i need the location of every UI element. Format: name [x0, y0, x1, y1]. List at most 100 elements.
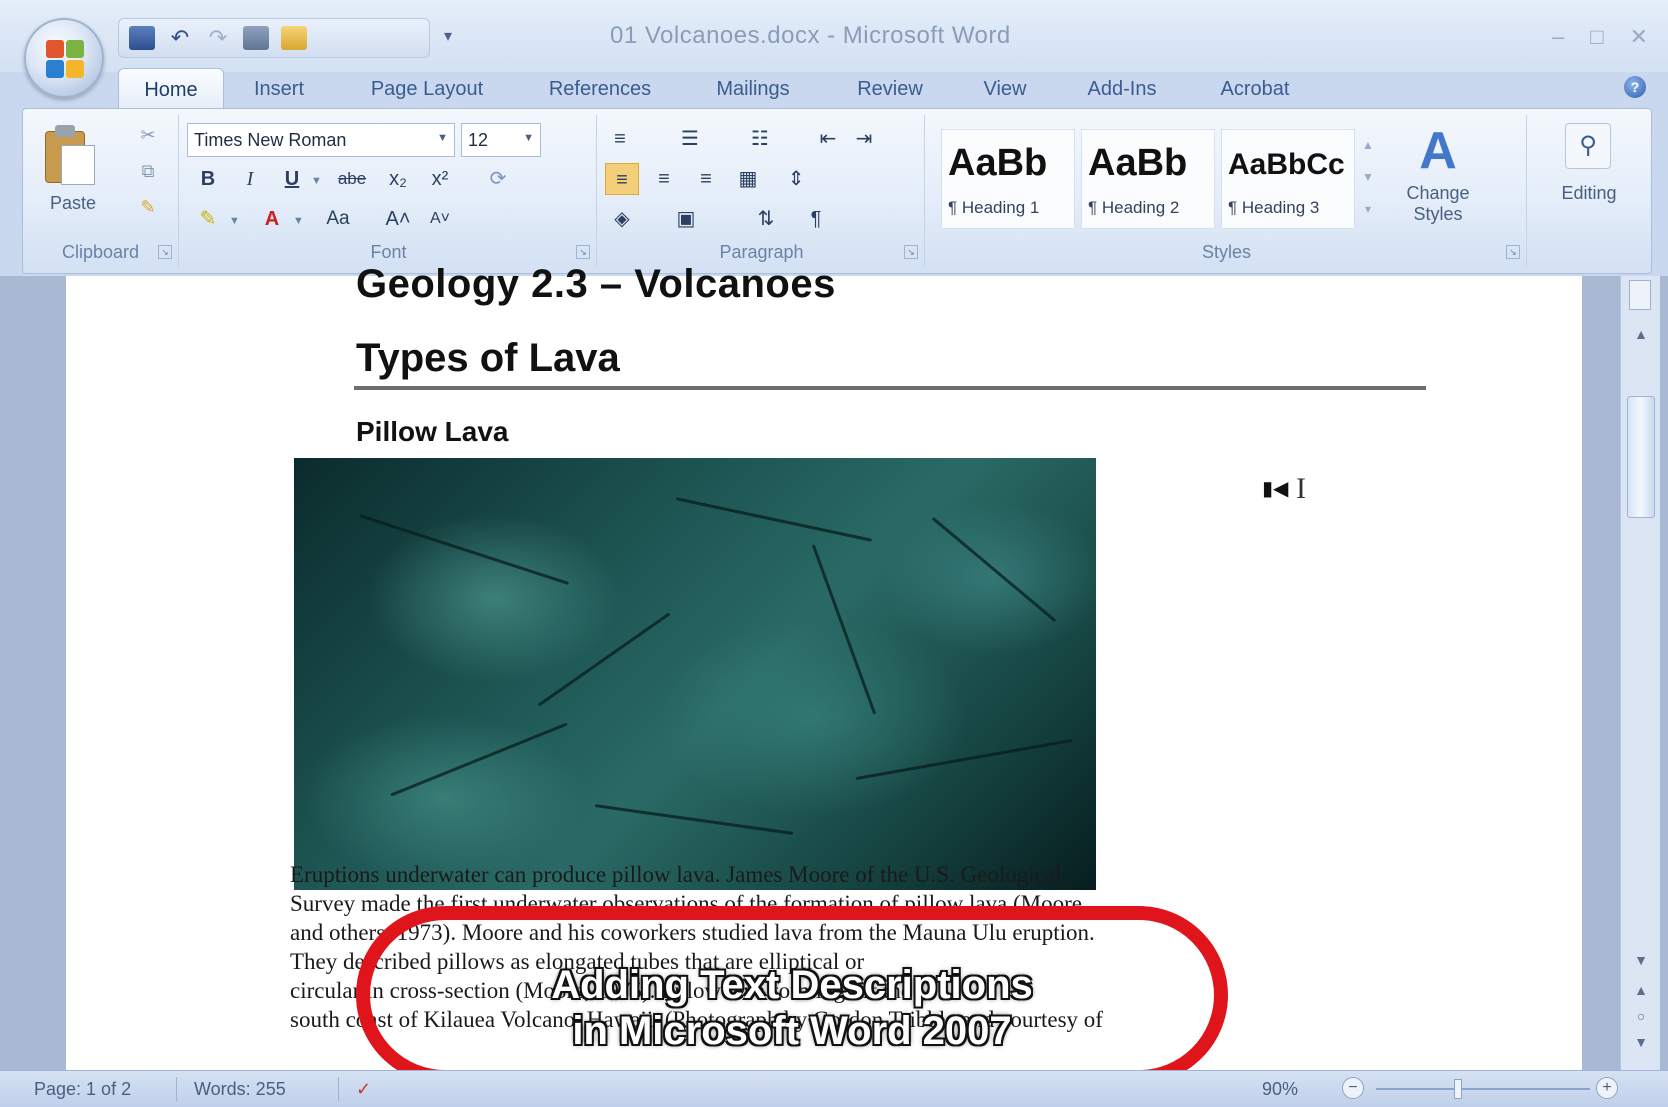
align-center-icon[interactable]: ≡ — [647, 163, 681, 195]
select-browse-object-icon[interactable]: ○ — [1621, 1008, 1661, 1024]
redo-icon[interactable]: ↷ — [205, 26, 231, 50]
print-preview-icon[interactable] — [243, 26, 269, 50]
title-bar: ↶ ↷ ▾ 01 Volcanoes.docx - Microsoft Word… — [0, 0, 1668, 72]
paragraph-launcher-icon[interactable]: ↘ — [904, 245, 918, 259]
multilevel-list-icon[interactable]: ☷ — [743, 123, 777, 155]
tab-insert[interactable]: Insert — [224, 68, 334, 108]
chevron-down-icon: ▼ — [311, 175, 322, 187]
line-spacing-icon[interactable]: ⇕ — [779, 163, 813, 195]
zoom-slider-thumb[interactable] — [1454, 1079, 1462, 1099]
window-controls: – □ ✕ — [1552, 24, 1648, 50]
callout-caption: Adding Text Descriptions in Microsoft Wo… — [360, 962, 1224, 1054]
align-right-icon[interactable]: ≡ — [689, 163, 723, 195]
zoom-slider[interactable] — [1376, 1088, 1590, 1090]
vertical-scrollbar[interactable]: ▲ ▼ ▲ ○ ▼ — [1620, 276, 1660, 1070]
highlight-icon[interactable]: ✎ — [191, 203, 225, 235]
style-heading-1[interactable]: AaBb ¶ Heading 1 — [941, 129, 1075, 229]
underline-button[interactable]: U — [275, 163, 309, 195]
callout-line-1: Adding Text Descriptions — [551, 963, 1033, 1007]
bullets-icon[interactable]: ≡ — [603, 123, 637, 155]
clear-formatting-icon[interactable]: ⟳ — [481, 163, 515, 195]
scrollbar-thumb[interactable] — [1627, 396, 1655, 518]
styles-gallery-scroll[interactable]: ▲ ▼ ▾ — [1359, 129, 1377, 229]
decrease-indent-icon[interactable]: ⇤ — [811, 123, 845, 155]
bold-button[interactable]: B — [191, 163, 225, 195]
tab-acrobat[interactable]: Acrobat — [1188, 68, 1322, 108]
customize-qat-icon[interactable]: ▾ — [444, 26, 452, 46]
font-name-combo[interactable]: Times New Roman ▼ — [187, 123, 455, 157]
binoculars-icon[interactable]: ⚲ — [1565, 123, 1611, 169]
zoom-level[interactable]: 90% — [1262, 1079, 1298, 1100]
insertion-mark-icon: ▮◀ — [1262, 478, 1289, 500]
close-icon[interactable]: ✕ — [1630, 24, 1648, 50]
style-sample: AaBb — [1088, 142, 1188, 184]
italic-button[interactable]: I — [233, 163, 267, 195]
change-styles-button[interactable]: Change Styles — [1383, 183, 1493, 225]
paste-icon[interactable] — [45, 125, 97, 185]
proofing-icon[interactable]: ✓ — [356, 1079, 371, 1100]
zoom-out-icon[interactable]: − — [1342, 1077, 1364, 1099]
tab-add-ins[interactable]: Add-Ins — [1056, 68, 1188, 108]
tab-references[interactable]: References — [520, 68, 680, 108]
save-icon[interactable] — [129, 26, 155, 50]
styles-launcher-icon[interactable]: ↘ — [1506, 245, 1520, 259]
clipboard-launcher-icon[interactable]: ↘ — [158, 245, 172, 259]
paste-button[interactable]: Paste — [33, 193, 113, 214]
tab-page-layout[interactable]: Page Layout — [334, 68, 520, 108]
editing-button[interactable]: Editing — [1529, 183, 1649, 204]
next-page-icon[interactable]: ▼ — [1621, 1034, 1661, 1050]
tab-review[interactable]: Review — [826, 68, 954, 108]
view-ruler-icon[interactable] — [1629, 280, 1651, 310]
font-group: Times New Roman ▼ 12 ▼ B I U ▼ abe x₂ x²… — [181, 115, 597, 267]
heading-types-of-lava: Types of Lava — [356, 336, 620, 380]
word-count[interactable]: Words: 255 — [194, 1079, 286, 1100]
increase-indent-icon[interactable]: ⇥ — [847, 123, 881, 155]
zoom-in-icon[interactable]: + — [1596, 1077, 1618, 1099]
style-heading-2[interactable]: AaBb ¶ Heading 2 — [1081, 129, 1215, 229]
undo-icon[interactable]: ↶ — [167, 26, 193, 50]
ribbon: Paste ✂ ⧉ ✎ Clipboard ↘ Times New Roman … — [22, 108, 1652, 274]
sort-icon[interactable]: ⇅ — [749, 203, 783, 235]
borders-icon[interactable]: ▣ — [669, 203, 703, 235]
shading-icon[interactable]: ◈ — [605, 203, 639, 235]
scroll-up-icon[interactable]: ▲ — [1621, 326, 1661, 342]
page-count[interactable]: Page: 1 of 2 — [34, 1079, 131, 1100]
tab-home[interactable]: Home — [118, 68, 224, 108]
cut-icon[interactable]: ✂ — [135, 125, 161, 147]
subscript-button[interactable]: x₂ — [381, 163, 415, 195]
change-case-button[interactable]: Aa — [315, 203, 361, 235]
format-painter-icon[interactable]: ✎ — [135, 197, 161, 219]
strikethrough-button[interactable]: abe — [329, 163, 375, 195]
help-icon[interactable]: ? — [1624, 76, 1646, 98]
font-color-icon[interactable]: A — [255, 203, 289, 235]
open-folder-icon[interactable] — [281, 26, 307, 50]
previous-page-icon[interactable]: ▲ — [1621, 982, 1661, 998]
copy-icon[interactable]: ⧉ — [135, 161, 161, 183]
font-size-value: 12 — [468, 130, 489, 150]
align-left-icon[interactable]: ≡ — [605, 163, 639, 195]
show-marks-icon[interactable]: ¶ — [799, 203, 833, 235]
editing-group: ⚲ Editing — [1529, 115, 1649, 267]
style-name: ¶ Heading 2 — [1088, 198, 1180, 217]
font-size-combo[interactable]: 12 ▼ — [461, 123, 541, 157]
window-title: 01 Volcanoes.docx - Microsoft Word — [610, 22, 1011, 49]
pillow-lava-photo[interactable] — [294, 458, 1096, 890]
chevron-down-icon: ▼ — [229, 215, 240, 227]
ibeam-cursor-icon: I — [1296, 472, 1306, 505]
font-launcher-icon[interactable]: ↘ — [576, 245, 590, 259]
tab-mailings[interactable]: Mailings — [680, 68, 826, 108]
minimize-icon[interactable]: – — [1552, 24, 1564, 50]
restore-icon[interactable]: □ — [1590, 24, 1603, 50]
change-styles-icon[interactable]: A — [1403, 121, 1473, 181]
document-title: Geology 2.3 – Volcanoes — [356, 262, 836, 306]
justify-icon[interactable]: ▦ — [731, 163, 765, 195]
scroll-down-icon[interactable]: ▼ — [1621, 952, 1661, 968]
superscript-button[interactable]: x² — [423, 163, 457, 195]
office-button[interactable] — [24, 18, 104, 98]
shrink-font-button[interactable]: A˅ — [423, 203, 457, 235]
grow-font-button[interactable]: A˄ — [381, 203, 415, 235]
tab-view[interactable]: View — [954, 68, 1056, 108]
style-heading-3[interactable]: AaBbCc ¶ Heading 3 — [1221, 129, 1355, 229]
heading-pillow-lava: Pillow Lava — [356, 416, 509, 447]
numbering-icon[interactable]: ☰ — [673, 123, 707, 155]
